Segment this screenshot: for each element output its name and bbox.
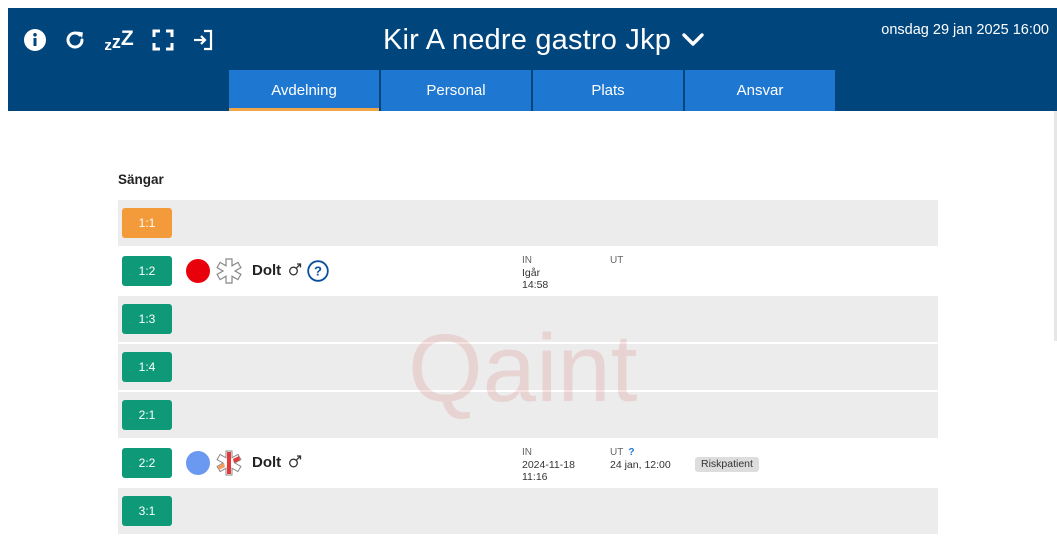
- bed-row[interactable]: 1:1: [118, 200, 938, 246]
- page-title: Kir A nedre gastro Jkp: [383, 23, 672, 56]
- bed-row[interactable]: 3:1: [118, 488, 938, 534]
- discharge-info: UT: [610, 255, 624, 266]
- bed-badge[interactable]: 1:1: [122, 208, 172, 238]
- app-header: zzZ Kir A nedre gastro Jkp onsdag 29 jan…: [8, 8, 1057, 111]
- bed-row[interactable]: 1:2 Dolt ? IN Igår 14:58 UT: [118, 248, 938, 294]
- tab-personal[interactable]: Personal: [381, 70, 531, 111]
- bed-row[interactable]: 2:1: [118, 392, 938, 438]
- admission-info: IN Igår 14:58: [522, 255, 549, 291]
- datetime: onsdag 29 jan 2025 16:00: [881, 22, 1049, 38]
- patient-name: Dolt: [252, 454, 282, 471]
- status-dot-red: [186, 259, 210, 283]
- discharge-info: UT? 24 jan, 12:00: [610, 447, 671, 471]
- header-toolbar: zzZ: [22, 26, 230, 54]
- main-content: Sängar 1:1 1:2 Dolt ? IN Igår 14:58 UT 1…: [0, 111, 1057, 534]
- tab-ansvar[interactable]: Ansvar: [685, 70, 835, 111]
- logout-icon[interactable]: [190, 27, 216, 53]
- bed-row[interactable]: 2:2 Dolt IN 2024-11-18 11:16 UT? 24 jan,…: [118, 440, 938, 486]
- bed-row[interactable]: 1:4: [118, 344, 938, 390]
- tab-plats[interactable]: Plats: [533, 70, 683, 111]
- bed-badge[interactable]: 1:3: [122, 304, 172, 334]
- bed-badge[interactable]: 3:1: [122, 496, 172, 526]
- svg-text:?: ?: [314, 264, 322, 279]
- sleep-icon[interactable]: zzZ: [102, 27, 136, 53]
- bed-badge[interactable]: 1:2: [122, 256, 172, 286]
- bed-list: 1:1 1:2 Dolt ? IN Igår 14:58 UT 1:3 1:4 …: [118, 200, 938, 536]
- ward-selector[interactable]: Kir A nedre gastro Jkp: [383, 20, 705, 60]
- admission-info: IN 2024-11-18 11:16: [522, 447, 575, 483]
- refresh-icon[interactable]: [62, 27, 88, 53]
- status-dot-blue: [186, 451, 210, 475]
- risk-badge: Riskpatient: [695, 457, 759, 472]
- discharge-question[interactable]: ?: [628, 447, 634, 458]
- fullscreen-icon[interactable]: [150, 27, 176, 53]
- section-title: Sängar: [118, 172, 164, 187]
- chevron-down-icon: [682, 33, 704, 46]
- tab-bar: Avdelning Personal Plats Ansvar: [229, 70, 837, 111]
- info-icon[interactable]: [22, 27, 48, 53]
- bed-badge[interactable]: 2:1: [122, 400, 172, 430]
- bed-badge[interactable]: 2:2: [122, 448, 172, 478]
- male-icon: [289, 455, 302, 468]
- bed-badge[interactable]: 1:4: [122, 352, 172, 382]
- patient-name: Dolt: [252, 262, 282, 279]
- male-icon: [289, 263, 302, 276]
- help-icon[interactable]: ?: [307, 260, 329, 282]
- top-strip: [0, 0, 1057, 8]
- bed-row[interactable]: 1:3: [118, 296, 938, 342]
- star-of-life-outline-icon: [216, 258, 242, 284]
- star-of-life-red-icon: [216, 450, 242, 476]
- tab-avdelning[interactable]: Avdelning: [229, 70, 379, 111]
